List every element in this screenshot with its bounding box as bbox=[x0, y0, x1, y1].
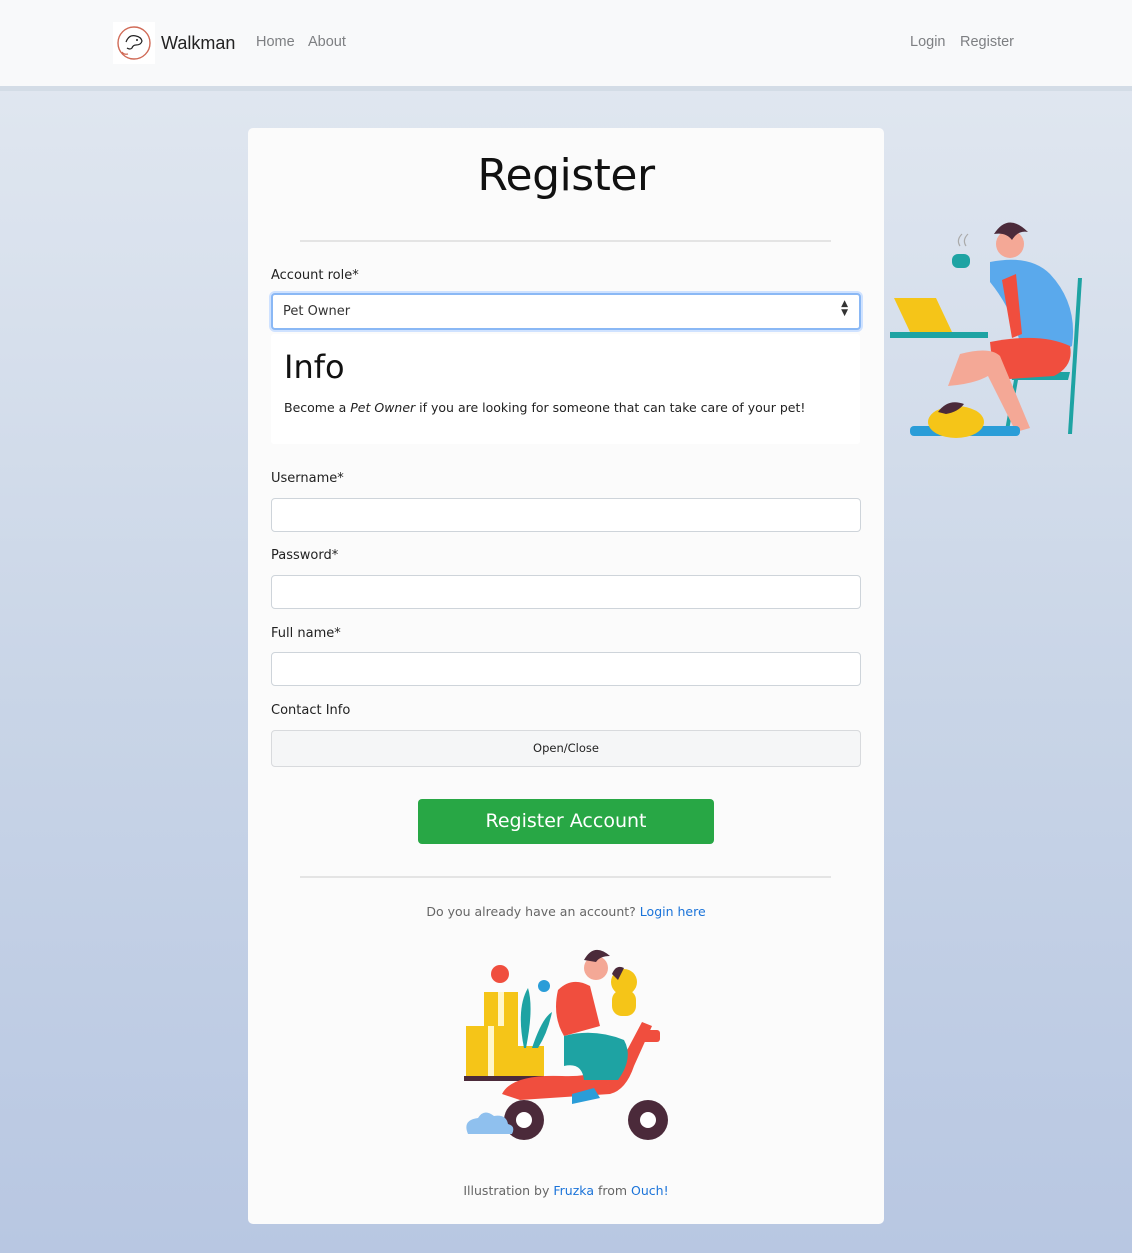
dog-logo-icon bbox=[113, 22, 155, 64]
username-label: Username* bbox=[271, 471, 344, 486]
illustration-credit: Illustration by Fruzka from Ouch! bbox=[463, 1183, 669, 1198]
man-laptop-illustration bbox=[890, 222, 1082, 438]
source-link[interactable]: Ouch! bbox=[631, 1183, 669, 1198]
page-title: Register bbox=[477, 150, 655, 201]
brand-name: Walkman bbox=[161, 32, 236, 53]
nav-login-link[interactable]: Login bbox=[910, 34, 945, 50]
navbar: Walkman Home About Login Register bbox=[0, 0, 1132, 91]
contact-info-label: Contact Info bbox=[271, 703, 351, 718]
register-account-button[interactable]: Register Account bbox=[418, 799, 714, 844]
author-link[interactable]: Fruzka bbox=[553, 1183, 594, 1198]
brand[interactable]: Walkman bbox=[113, 22, 235, 64]
divider bbox=[300, 876, 831, 878]
nav-about-link[interactable]: About bbox=[308, 34, 346, 50]
scooter-delivery-illustration bbox=[464, 949, 668, 1140]
password-label: Password* bbox=[271, 548, 339, 563]
fullname-input[interactable] bbox=[271, 652, 861, 686]
account-role-label: Account role* bbox=[271, 268, 359, 283]
select-arrows-icon: ▲ ▼ bbox=[841, 299, 848, 318]
login-here-link[interactable]: Login here bbox=[640, 904, 706, 919]
divider bbox=[300, 240, 831, 242]
info-text: Become a Pet Owner if you are looking fo… bbox=[284, 400, 806, 415]
nav-home-link[interactable]: Home bbox=[256, 34, 295, 50]
password-input[interactable] bbox=[271, 575, 861, 609]
account-role-select[interactable]: Pet Owner ▲ ▼ bbox=[271, 293, 861, 330]
nav-register-link[interactable]: Register bbox=[960, 34, 1014, 50]
account-role-value: Pet Owner bbox=[283, 304, 351, 319]
login-prompt: Do you already have an account? Login he… bbox=[426, 904, 706, 919]
role-info-box: Info Become a Pet Owner if you are looki… bbox=[271, 334, 860, 444]
contact-info-toggle-button[interactable]: Open/Close bbox=[271, 730, 861, 767]
username-input[interactable] bbox=[271, 498, 861, 532]
fullname-label: Full name* bbox=[271, 626, 341, 641]
info-title: Info bbox=[284, 348, 345, 386]
